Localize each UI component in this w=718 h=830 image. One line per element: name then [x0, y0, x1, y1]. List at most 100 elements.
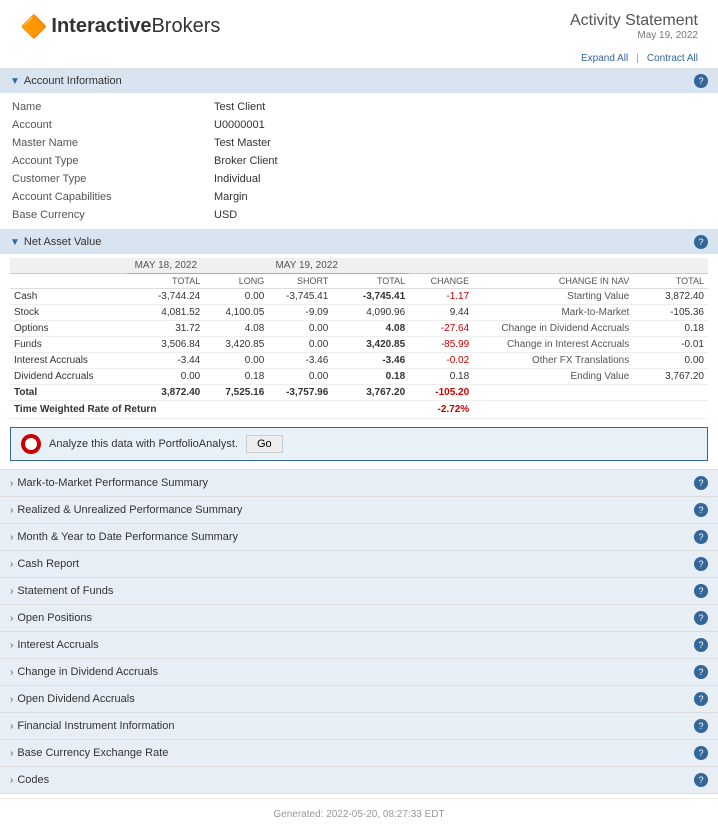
- collapsible-section: › Month & Year to Date Performance Summa…: [0, 524, 718, 551]
- header-right: Activity Statement May 19, 2022: [570, 12, 698, 41]
- row-total2: 4,090.96: [332, 305, 409, 321]
- row-short: -3,757.96: [268, 385, 332, 401]
- section-help-icon[interactable]: ?: [694, 530, 708, 544]
- row-label: Cash: [10, 289, 127, 305]
- collapsible-header[interactable]: › Financial Instrument Information ?: [0, 713, 718, 739]
- section-help-icon[interactable]: ?: [694, 503, 708, 517]
- col-total1: TOTAL: [127, 274, 204, 289]
- collapsible-chevron-icon: ›: [10, 559, 13, 570]
- collapsible-label: Interest Accruals: [17, 639, 98, 651]
- section-help-icon[interactable]: ?: [694, 665, 708, 679]
- change-nav-value: [633, 385, 708, 401]
- table-row: Interest Accruals -3.44 0.00 -3.46 -3.46…: [10, 353, 708, 369]
- row-short: 0.00: [268, 369, 332, 385]
- row-change: -85.99: [409, 337, 473, 353]
- collapsible-header[interactable]: › Base Currency Exchange Rate ?: [0, 740, 718, 766]
- row-total2: -3.46: [332, 353, 409, 369]
- table-row: Cash -3,744.24 0.00 -3,745.41 -3,745.41 …: [10, 289, 708, 305]
- field-label: Account Type: [2, 153, 202, 169]
- collapsible-label: Change in Dividend Accruals: [17, 666, 158, 678]
- collapsible-header[interactable]: › Interest Accruals ?: [0, 632, 718, 658]
- collapsible-section: › Codes ?: [0, 767, 718, 794]
- change-nav-label: Starting Value: [473, 289, 633, 305]
- collapsible-header[interactable]: › Statement of Funds ?: [0, 578, 718, 604]
- date2-header: MAY 19, 2022: [204, 258, 409, 274]
- section-help-icon[interactable]: ?: [694, 611, 708, 625]
- collapsible-section: › Change in Dividend Accruals ?: [0, 659, 718, 686]
- col-long: LONG: [204, 274, 268, 289]
- collapsible-section: › Statement of Funds ?: [0, 578, 718, 605]
- twrr-row: Time Weighted Rate of Return -2.72%: [10, 401, 708, 419]
- collapsible-header[interactable]: › Codes ?: [0, 767, 718, 793]
- change-nav-label: Ending Value: [473, 369, 633, 385]
- collapsible-label: Mark-to-Market Performance Summary: [17, 477, 208, 489]
- section-help-icon[interactable]: ?: [694, 638, 708, 652]
- expand-all-link[interactable]: Expand All: [581, 53, 628, 64]
- row-short: -9.09: [268, 305, 332, 321]
- nav-content: MAY 18, 2022 MAY 19, 2022 TOTAL LONG SHO…: [0, 254, 718, 419]
- row-short: -3,745.41: [268, 289, 332, 305]
- go-button[interactable]: Go: [246, 435, 283, 453]
- section-help-icon[interactable]: ?: [694, 584, 708, 598]
- account-info-table: Name Test Client Account U0000001 Master…: [0, 93, 718, 229]
- collapsible-chevron-icon: ›: [10, 667, 13, 678]
- collapsible-section: › Cash Report ?: [0, 551, 718, 578]
- collapsible-header[interactable]: › Mark-to-Market Performance Summary ?: [0, 470, 718, 496]
- account-info-chevron-icon: ▼: [10, 76, 20, 87]
- collapsible-section: › Base Currency Exchange Rate ?: [0, 740, 718, 767]
- row-label: Options: [10, 321, 127, 337]
- account-info-header[interactable]: ▼ Account Information ?: [0, 69, 718, 93]
- field-label: Account: [2, 117, 202, 133]
- nav-section: ▼ Net Asset Value ? MAY 18, 2022 MAY 19,: [0, 230, 718, 470]
- table-row: Options 31.72 4.08 0.00 4.08 -27.64 Chan…: [10, 321, 708, 337]
- field-value: Test Client: [204, 99, 716, 115]
- row-long: 4.08: [204, 321, 268, 337]
- section-help-icon[interactable]: ?: [694, 557, 708, 571]
- collapsible-header[interactable]: › Realized & Unrealized Performance Summ…: [0, 497, 718, 523]
- collapsible-label: Month & Year to Date Performance Summary: [17, 531, 238, 543]
- section-help-icon[interactable]: ?: [694, 746, 708, 760]
- nav-label: Net Asset Value: [24, 236, 101, 248]
- date-header-row: MAY 18, 2022 MAY 19, 2022: [10, 258, 708, 274]
- collapsible-section: › Open Positions ?: [0, 605, 718, 632]
- change-nav-value: -0.01: [633, 337, 708, 353]
- collapsible-header[interactable]: › Cash Report ?: [0, 551, 718, 577]
- collapsible-chevron-icon: ›: [10, 478, 13, 489]
- nav-header[interactable]: ▼ Net Asset Value ?: [0, 230, 718, 254]
- collapsible-label: Open Positions: [17, 612, 92, 624]
- collapsible-section: › Interest Accruals ?: [0, 632, 718, 659]
- collapsible-sections: › Mark-to-Market Performance Summary ? ›…: [0, 470, 718, 794]
- field-value: U0000001: [204, 117, 716, 133]
- table-row: Account U0000001: [2, 117, 716, 133]
- change-nav-label: Change in Dividend Accruals: [473, 321, 633, 337]
- nav-help-icon[interactable]: ?: [694, 235, 708, 249]
- nav-chevron-icon: ▼: [10, 237, 20, 248]
- account-info-help-icon[interactable]: ?: [694, 74, 708, 88]
- row-change: -105.20: [409, 385, 473, 401]
- section-help-icon[interactable]: ?: [694, 719, 708, 733]
- col-total2: TOTAL: [332, 274, 409, 289]
- report-date: May 19, 2022: [570, 30, 698, 41]
- change-nav-label: Mark-to-Market: [473, 305, 633, 321]
- collapsible-label: Statement of Funds: [17, 585, 113, 597]
- page-footer: Generated: 2022-05-20, 08:27:33 EDT: [0, 798, 718, 830]
- contract-all-link[interactable]: Contract All: [647, 53, 698, 64]
- row-change: -1.17: [409, 289, 473, 305]
- col-short: SHORT: [268, 274, 332, 289]
- row-total1: -3.44: [127, 353, 204, 369]
- change-nav-label: Change in Interest Accruals: [473, 337, 633, 353]
- row-change: 9.44: [409, 305, 473, 321]
- section-help-icon[interactable]: ?: [694, 476, 708, 490]
- section-help-icon[interactable]: ?: [694, 692, 708, 706]
- collapsible-header[interactable]: › Change in Dividend Accruals ?: [0, 659, 718, 685]
- section-help-icon[interactable]: ?: [694, 773, 708, 787]
- row-total1: 3,506.84: [127, 337, 204, 353]
- collapsible-header[interactable]: › Open Positions ?: [0, 605, 718, 631]
- collapsible-header[interactable]: › Month & Year to Date Performance Summa…: [0, 524, 718, 550]
- row-total1: 31.72: [127, 321, 204, 337]
- row-change: 0.18: [409, 369, 473, 385]
- portfolio-analyst-text: Analyze this data with PortfolioAnalyst.: [49, 438, 238, 450]
- collapsible-chevron-icon: ›: [10, 748, 13, 759]
- logo-flame-icon: 🔶: [20, 14, 47, 40]
- collapsible-header[interactable]: › Open Dividend Accruals ?: [0, 686, 718, 712]
